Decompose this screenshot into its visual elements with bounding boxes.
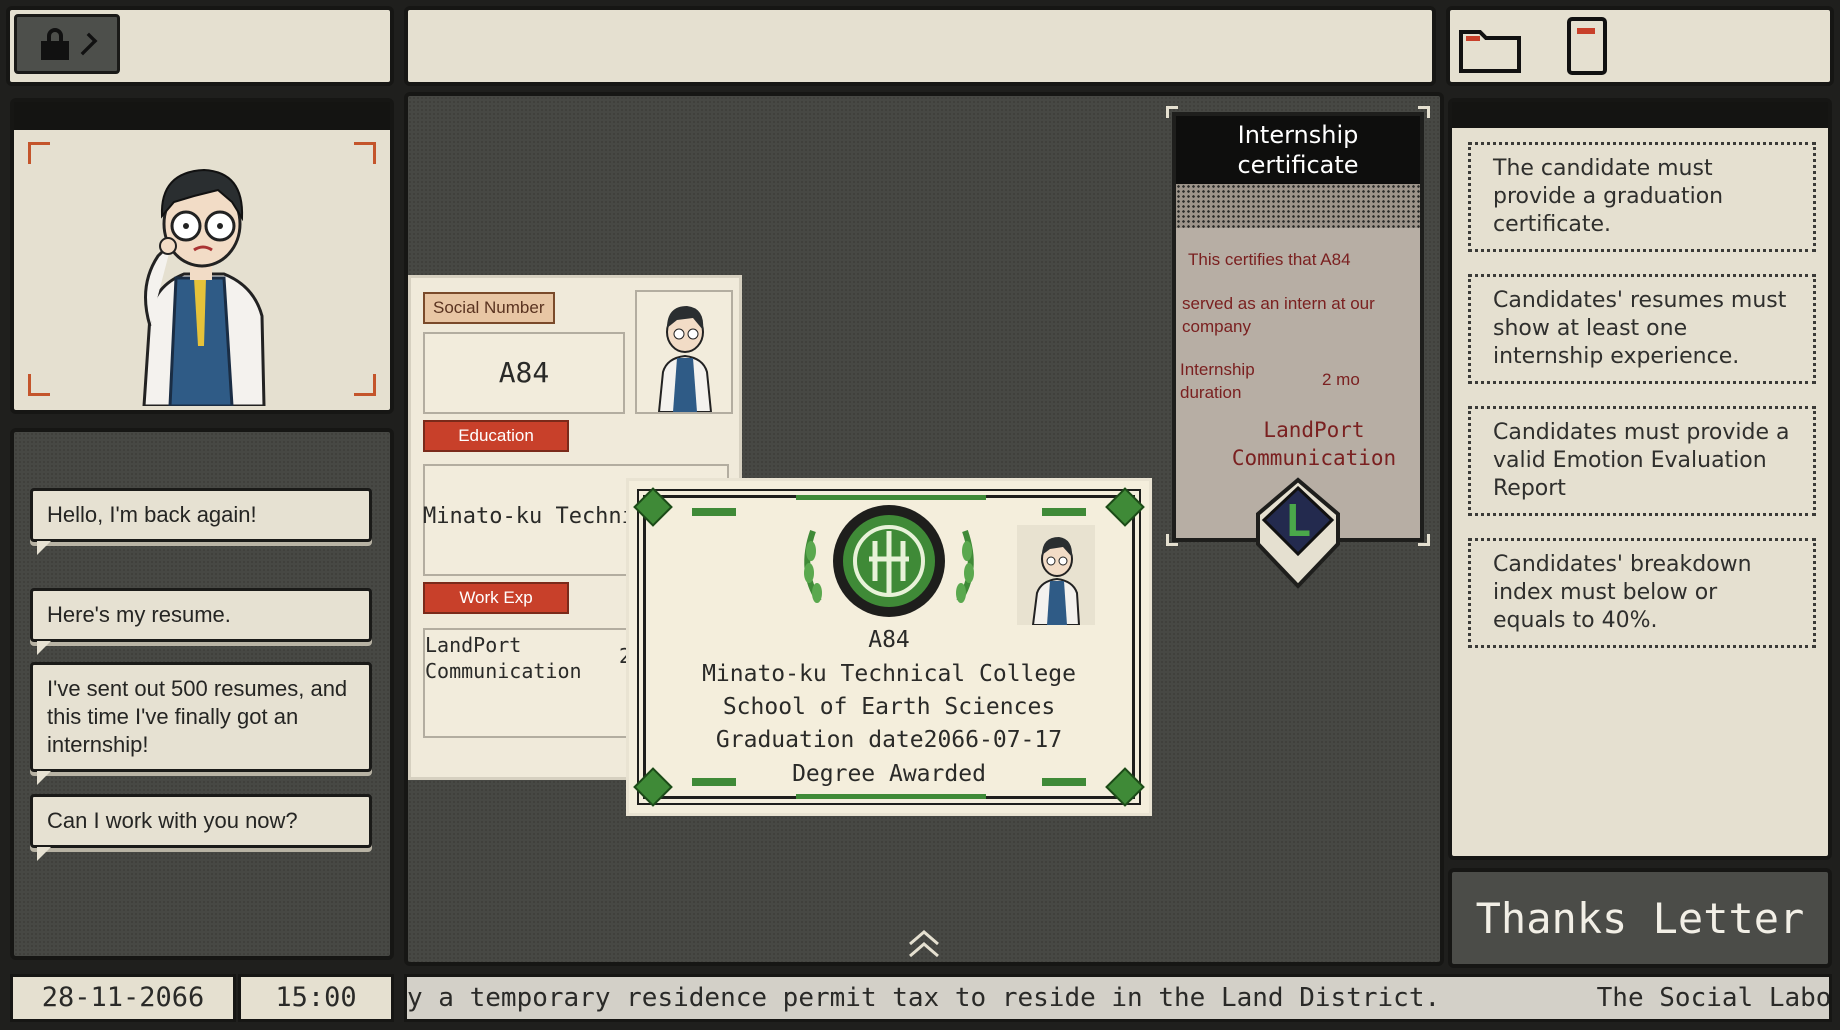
rule-item: Candidates must provide a valid Emotion …	[1468, 406, 1816, 516]
document-icon[interactable]	[1566, 16, 1610, 76]
rules-panel: The candidate must provide a graduation …	[1448, 98, 1832, 860]
dialogue-text: Here's my resume.	[47, 602, 231, 627]
dialogue-text: Can I work with you now?	[47, 808, 298, 833]
cert-duration-label: Internship duration	[1180, 360, 1255, 402]
time-display: 15:00	[238, 974, 394, 1022]
education-value: Minato-ku Technic	[423, 504, 649, 529]
cert-company: LandPort Communication	[1231, 418, 1397, 470]
double-chevron-up-icon[interactable]	[906, 924, 942, 964]
diploma-degree: Degree Awarded	[792, 761, 986, 787]
date-display: 28-11-2066	[10, 974, 236, 1022]
dialogue-text: Hello, I'm back again!	[47, 502, 257, 527]
diploma-department: School of Earth Sciences	[722, 694, 1056, 720]
education-label: Education	[423, 420, 569, 452]
lock-button[interactable]	[14, 14, 120, 74]
rules-header-bar	[1452, 102, 1828, 128]
dialogue-text: I've sent out 500 resumes, and this time…	[47, 676, 348, 757]
diploma-school: Minato-ku Technical College	[702, 661, 1076, 687]
cert-line1: This certifies that A84	[1188, 250, 1351, 269]
dialogue-bubble: I've sent out 500 resumes, and this time…	[30, 662, 372, 785]
college-emblem-icon	[804, 505, 974, 617]
internship-certificate[interactable]: Internship certificate This certifies th…	[1166, 106, 1430, 589]
thanks-letter-button[interactable]: Thanks Letter	[1448, 868, 1832, 968]
cert-line2: served as an intern at our company	[1182, 294, 1375, 336]
work-exp-value: LandPort Communication	[425, 633, 582, 683]
work-exp-label: Work Exp	[423, 582, 569, 614]
rule-item: Candidates' breakdown index must below o…	[1468, 538, 1816, 648]
news-ticker: y a temporary residence permit tax to re…	[404, 974, 1832, 1022]
rule-item: The candidate must provide a graduation …	[1468, 142, 1816, 252]
social-number-label: Social Number	[423, 292, 555, 324]
svg-text:L: L	[1285, 496, 1312, 547]
resume-photo	[635, 290, 733, 414]
rule-item: Candidates' resumes must show at least o…	[1468, 274, 1816, 384]
portrait-header-bar	[14, 102, 390, 130]
dialogue-bubble: Here's my resume.	[30, 588, 372, 655]
ticker-text: y a temporary residence permit tax to re…	[407, 983, 1832, 1013]
visitor-portrait-panel	[10, 98, 394, 414]
lock-icon	[41, 28, 69, 60]
diploma-graduation-date: Graduation date2066-07-17	[715, 727, 1063, 753]
dialogue-bubble: Can I work with you now?	[30, 794, 372, 861]
social-number-value: A84	[498, 356, 550, 389]
cert-duration-value: 2 mo	[1322, 370, 1360, 389]
company-logo-icon: L	[1256, 477, 1340, 589]
folder-icon[interactable]	[1458, 24, 1522, 74]
diploma-id: A84	[868, 627, 910, 653]
social-number-field: A84	[423, 332, 625, 414]
graduation-certificate[interactable]: A84 Minato-ku Technical College School o…	[626, 478, 1152, 816]
dialogue-bubble: Hello, I'm back again!	[30, 488, 372, 555]
visitor-avatar	[142, 168, 266, 406]
top-center-bar	[404, 6, 1436, 86]
chevron-right-icon	[74, 32, 98, 56]
cert-title: Internship certificate	[1176, 116, 1420, 184]
diploma-photo	[1017, 525, 1095, 626]
